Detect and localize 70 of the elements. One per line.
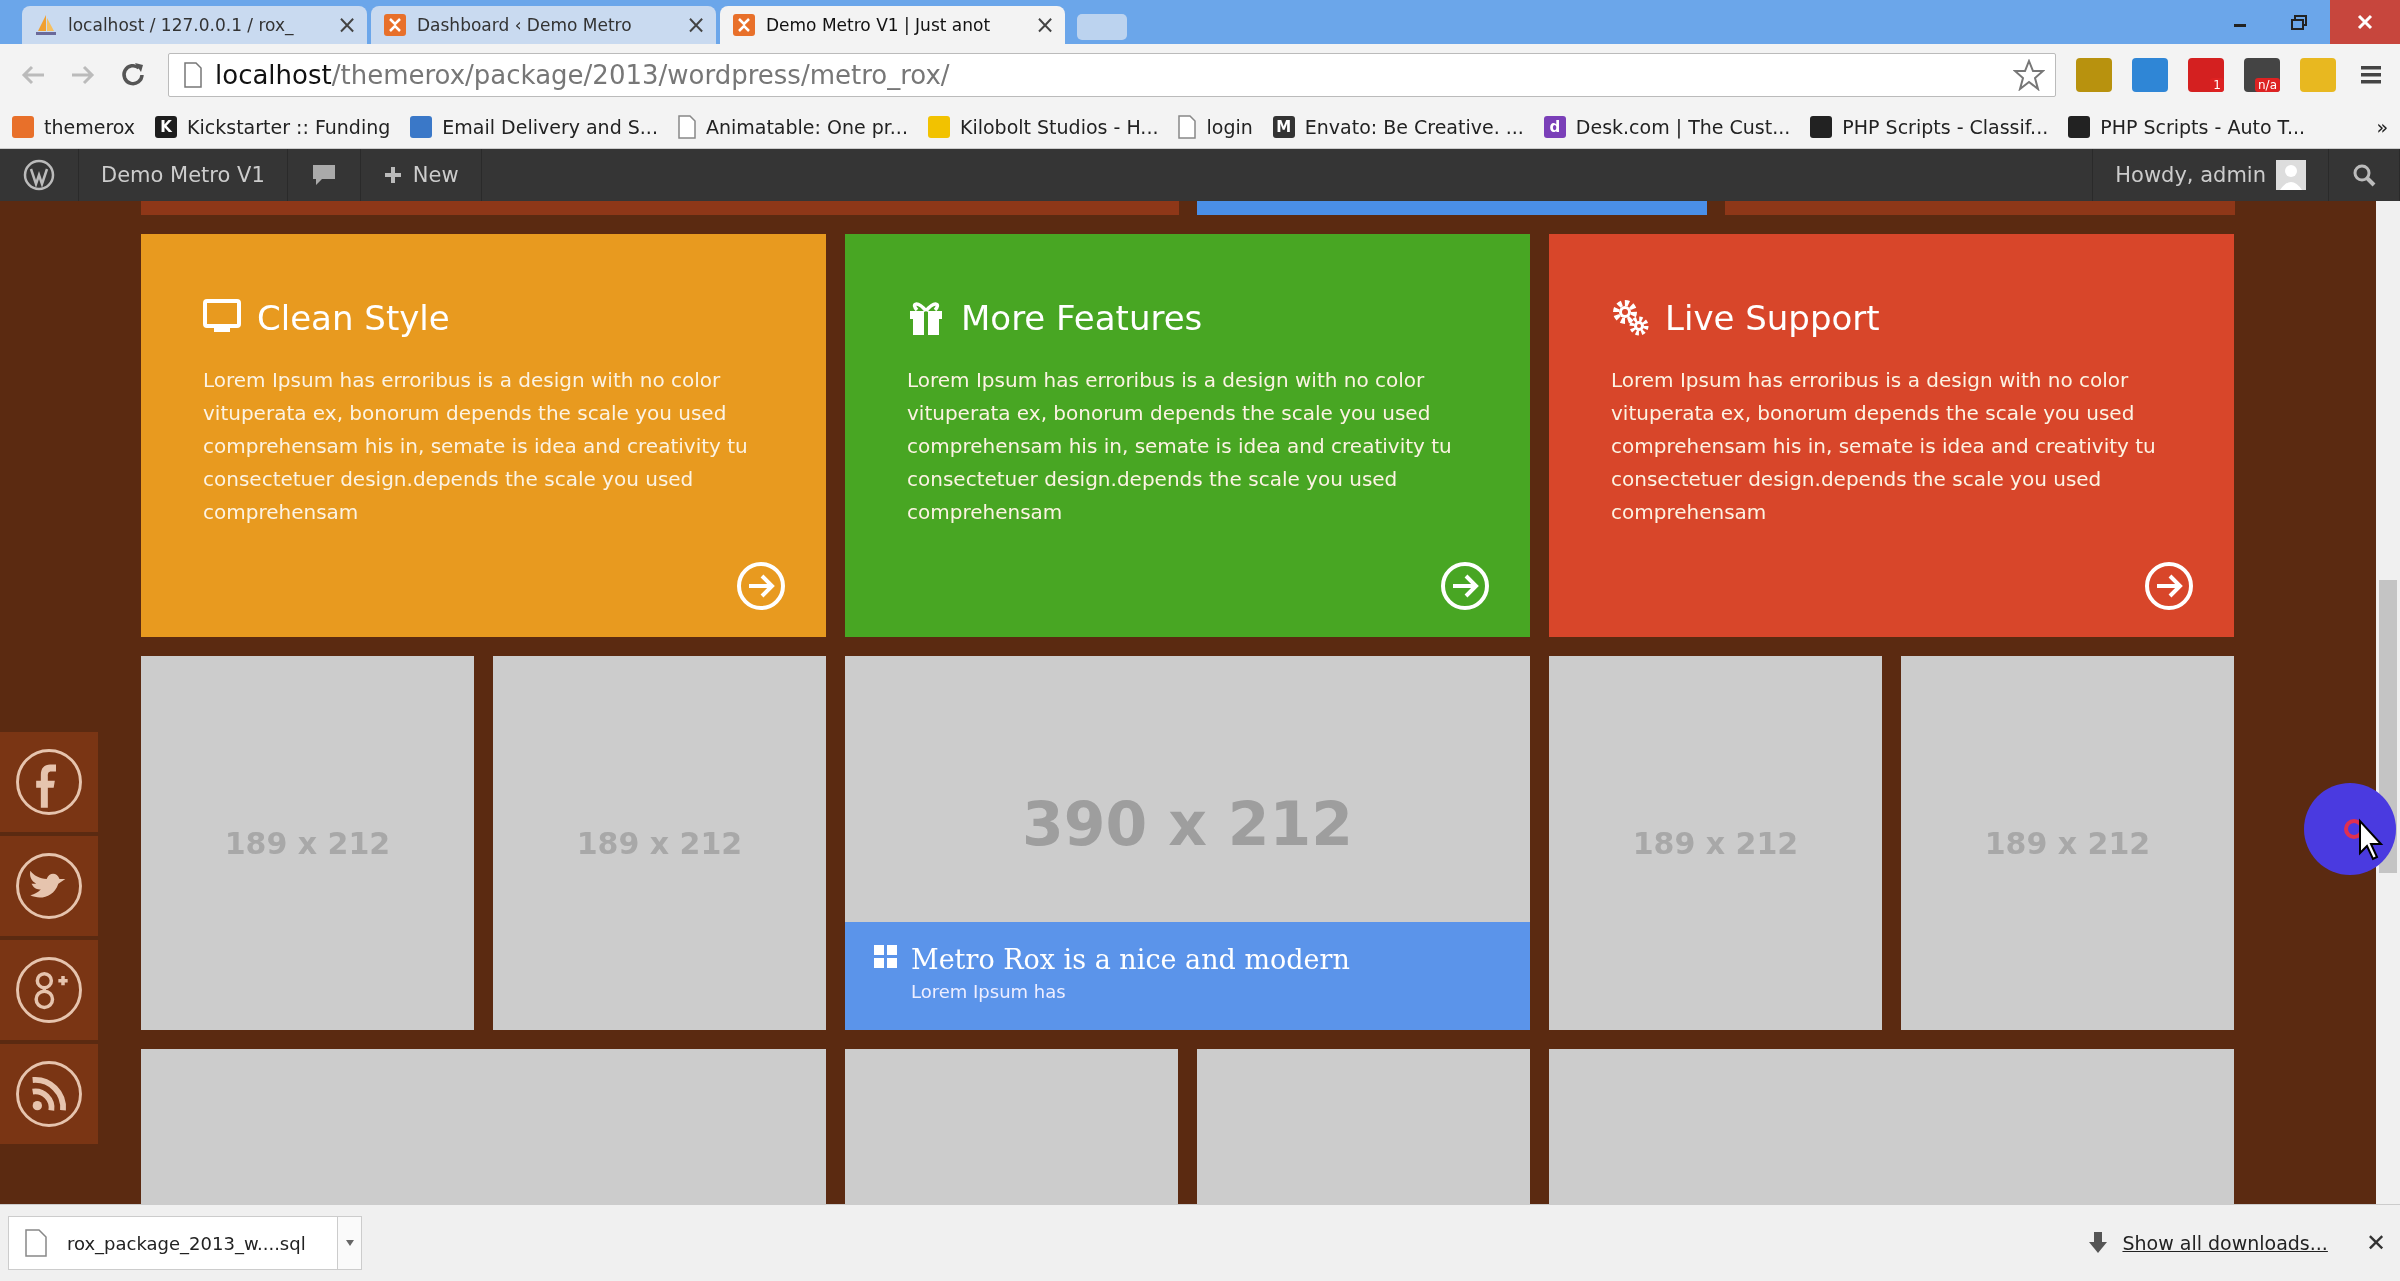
bookmark[interactable]: Animatable: One pr... (677, 115, 908, 139)
wordpress-logo-icon[interactable] (22, 158, 56, 192)
page-icon (1178, 115, 1197, 139)
click-highlight-icon (2302, 781, 2398, 877)
xampp-icon (383, 13, 407, 37)
tab-title: Demo Metro V1 | Just anot (766, 15, 992, 35)
card-title: Clean Style (257, 298, 450, 338)
show-all-downloads-link[interactable]: Show all downloads... (2122, 1232, 2328, 1254)
social-button[interactable] (0, 732, 98, 832)
bookmark[interactable]: K Kickstarter :: Funding (155, 116, 391, 138)
badge: 1 (2210, 78, 2224, 92)
url-text: localhost/themerox/package/2013/wordpress/metro_rox/ (215, 60, 951, 90)
bookmark[interactable]: Kilobolt Studios - H... (927, 116, 1159, 138)
google-plus-icon (14, 955, 84, 1025)
page-icon (677, 115, 696, 139)
card-text: Lorem Ipsum has erroribus is a design with no color vituperata ex, bonorum depends the scale you used comprehensam his in, semate is idea and creativity tu consectetuer design.depends the scale you used comprehensam (1611, 367, 2157, 526)
card-text: Lorem Ipsum has erroribus is a design with no color vituperata ex, bonorum depends the scale you used comprehensam his in, semate is idea and creativity tu consectetuer design.depends the scale you used comprehensam (907, 367, 1453, 526)
bookmark[interactable]: Email Delivery and S... (410, 116, 658, 138)
card-text: Lorem Ipsum has erroribus is a design with no color vituperata ex, bonorum depends the scale you used comprehensam his in, semate is idea and creativity tu consectetuer design.depends the scale you used comprehensam (203, 367, 749, 526)
browser-tab[interactable]: localhost / 127.0.0.1 / rox_ × (22, 6, 367, 44)
extension-icon[interactable]: n/a (2244, 58, 2280, 92)
tab-title: Dashboard ‹ Demo Metro (417, 15, 633, 35)
search-icon[interactable] (2351, 162, 2377, 188)
card-title: More Features (961, 298, 1203, 338)
browser-tab[interactable]: Dashboard ‹ Demo Metro × (371, 6, 716, 44)
caret-icon (344, 1239, 355, 1247)
rss-icon (14, 1059, 84, 1129)
favicon-icon: d (1543, 116, 1566, 138)
bookmark[interactable]: M Envato: Be Creative. ... (1272, 116, 1524, 138)
scrollbar[interactable] (2376, 201, 2400, 1204)
arrow-circle-icon[interactable] (1440, 561, 1490, 611)
address-bar[interactable]: localhost/themerox/package/2013/wordpress/metro_rox/ (168, 53, 2056, 97)
download-item[interactable]: rox_package_2013_w....sql (8, 1216, 338, 1270)
tab-title: localhost / 127.0.0.1 / rox_ (68, 15, 295, 35)
tab-close-button[interactable]: × (685, 11, 706, 39)
page-icon (183, 62, 203, 88)
social-button[interactable] (0, 1044, 98, 1144)
tab-close-button[interactable]: × (1034, 11, 1055, 39)
close-button[interactable]: ✕ (2365, 1229, 2386, 1257)
bookmark[interactable]: d Desk.com | The Cust... (1543, 116, 1791, 138)
favicon-icon: K (155, 116, 178, 138)
card-title: Live Support (1665, 298, 1880, 338)
badge: n/a (2255, 78, 2280, 92)
plus-icon (382, 165, 403, 185)
social-button[interactable] (0, 836, 98, 936)
grid-icon (873, 944, 899, 970)
arrow-circle-icon[interactable] (2144, 561, 2194, 611)
sailboat-icon (34, 13, 58, 37)
bookmark[interactable]: PHP Scripts - Classif... (1810, 116, 2049, 138)
extension-icon[interactable]: 1 (2188, 58, 2224, 92)
arrow-circle-icon[interactable] (736, 561, 786, 611)
favicon-icon: M (1272, 116, 1295, 138)
social-button[interactable] (0, 940, 98, 1040)
caption-title: Metro Rox is a nice and modern (911, 944, 1350, 975)
close-icon[interactable] (2330, 0, 2400, 44)
tab-close-button[interactable]: × (336, 11, 357, 39)
bookmark[interactable]: login (1178, 115, 1253, 139)
gears-icon (1611, 298, 1651, 338)
download-icon (2088, 1231, 2109, 1255)
browser-tab[interactable]: Demo Metro V1 | Just anot × (720, 6, 1065, 44)
file-icon (25, 1229, 47, 1257)
bookmark[interactable]: themerox (12, 116, 136, 138)
more-bookmarks-button[interactable]: » (2376, 116, 2388, 138)
caption-subtitle: Lorem Ipsum has (911, 981, 1067, 1002)
bookmark[interactable]: PHP Scripts - Auto T... (2068, 116, 2306, 138)
xampp-icon (732, 13, 756, 37)
avatar-icon (2276, 160, 2306, 190)
bird-icon (14, 851, 84, 921)
facebook-icon (14, 747, 84, 817)
star-icon[interactable] (2013, 59, 2045, 91)
